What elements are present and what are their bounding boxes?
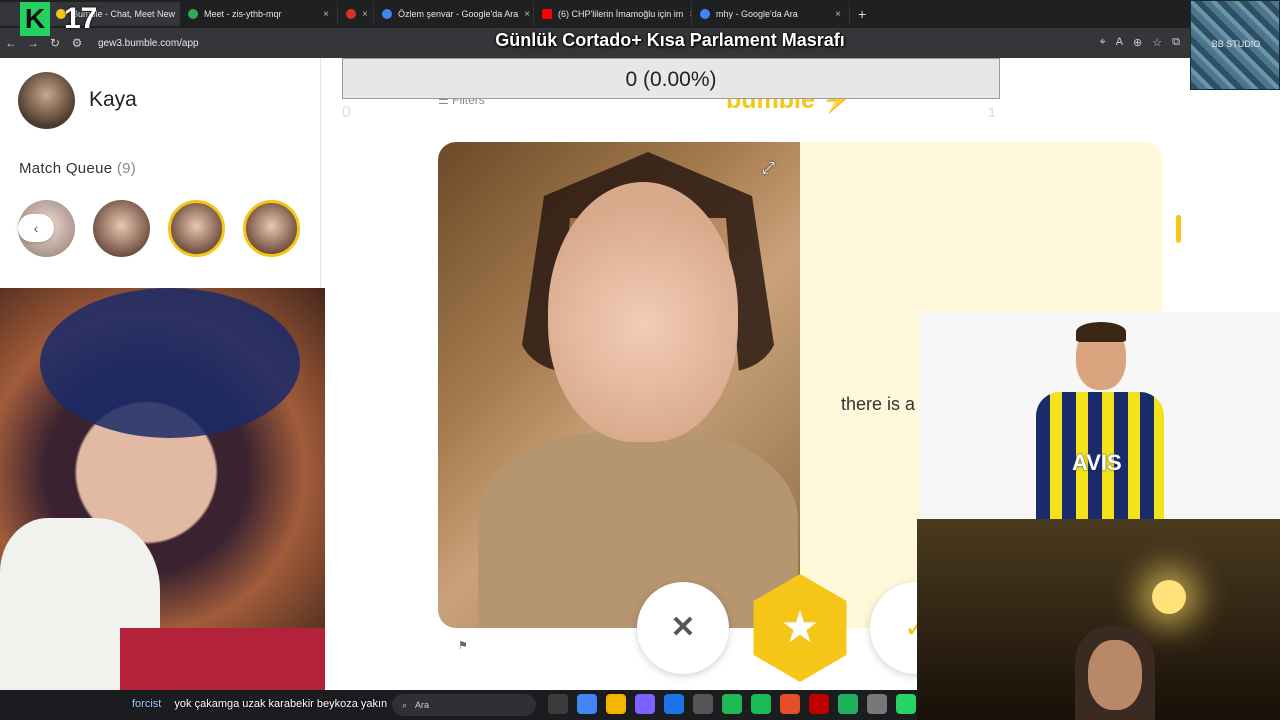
tab-close-icon[interactable]: ×	[524, 9, 530, 20]
location-icon[interactable]: ⌖	[1100, 36, 1106, 49]
bb-studio-logo: BB STUDIO	[1190, 0, 1280, 90]
tab-close-icon[interactable]: ×	[362, 9, 368, 20]
taskbar-app-icon[interactable]	[606, 694, 626, 714]
kick-logo-icon: K	[20, 2, 50, 36]
jersey-hair	[1076, 322, 1126, 342]
chat-username: forcist	[132, 698, 162, 710]
youtube-favicon-icon	[542, 9, 552, 19]
viewer-count: 17	[64, 2, 98, 35]
chat-message: forcist yok çakamga uzak karabekir beyko…	[132, 698, 387, 710]
back-arrow-icon[interactable]: ←	[0, 36, 22, 50]
taskbar-app-icon[interactable]	[548, 694, 568, 714]
bookmark-star-icon[interactable]: ☆	[1152, 36, 1162, 49]
tab-label: mhy - Google'da Ara	[716, 9, 798, 19]
tab-meet[interactable]: Meet - zis-ythb-mqr ×	[180, 2, 338, 26]
expand-icon[interactable]: ⤢	[762, 160, 775, 178]
tab-close-icon[interactable]: ×	[835, 9, 841, 20]
taskbar-app-icon[interactable]	[577, 694, 597, 714]
profile-avatar[interactable]	[18, 72, 75, 129]
new-tab-button[interactable]: +	[850, 6, 874, 22]
taskbar-app-icon[interactable]	[838, 694, 858, 714]
profile-name[interactable]: Kaya	[89, 88, 137, 112]
reload-icon[interactable]: ↻	[44, 36, 66, 50]
taskbar-search[interactable]: ⌕ Ara	[392, 694, 536, 716]
pass-button[interactable]: ✕	[637, 582, 729, 674]
tab-label: Meet - zis-ythb-mqr	[204, 9, 282, 19]
profile-card-photo[interactable]	[438, 142, 800, 628]
screen: Bumble - Chat, Meet New × Meet - zis-yth…	[0, 0, 1280, 720]
jersey-sponsor-text: AVIS	[1072, 450, 1122, 475]
chat-text: yok çakamga uzak karabekir beykoza yakın	[174, 698, 388, 710]
report-flag-icon[interactable]: ⚑	[458, 639, 468, 652]
taskbar-search-placeholder: Ara	[415, 700, 430, 710]
record-favicon-icon	[346, 9, 356, 19]
tab-pinned[interactable]: ×	[338, 2, 374, 26]
tab-google-search-2[interactable]: mhy - Google'da Ara ×	[692, 2, 850, 26]
match-queue-label: Match Queue	[19, 160, 113, 177]
stream-title: Günlük Cortado+ Kısa Parlament Masrafı	[495, 30, 845, 50]
sidebar: Kaya Match Queue (9) ‹	[0, 58, 321, 288]
tab-youtube[interactable]: (6) CHP'lilerin İmamoğlu için im ×	[534, 2, 692, 26]
lamp-light	[1152, 580, 1186, 614]
streamer-face	[1088, 640, 1142, 710]
card-scrollbar[interactable]	[1176, 215, 1181, 243]
taskbar-apps	[548, 694, 916, 714]
taskbar-app-icon[interactable]	[635, 694, 655, 714]
taskbar-app-icon[interactable]	[722, 694, 742, 714]
webcam-cloth	[120, 628, 325, 698]
tab-label: Özlem şenvar - Google'da Ara	[398, 9, 519, 19]
match-queue-heading: Match Queue (9)	[19, 160, 136, 177]
bb-studio-label: BB STUDIO	[1211, 39, 1261, 49]
url-field[interactable]: gew3.bumble.com/app	[98, 38, 199, 49]
stream-stat-bar: 0 (0.00%)	[342, 58, 1000, 99]
match-queue-list	[18, 200, 300, 257]
right-counter: 1	[988, 104, 996, 120]
extensions-icon[interactable]: ⧉	[1172, 36, 1180, 49]
taskbar-app-icon[interactable]	[751, 694, 771, 714]
tab-close-icon[interactable]: ×	[323, 9, 329, 20]
profile-card-text: there is a	[841, 394, 916, 414]
browser-toolbar-icons: ⌖ A ⊕ ☆ ⧉	[1100, 36, 1181, 49]
match-queue-avatar[interactable]	[93, 200, 150, 257]
google-favicon-icon	[382, 9, 392, 19]
tab-label: (6) CHP'lilerin İmamoğlu için im	[558, 9, 684, 19]
photo-body	[478, 432, 798, 628]
match-queue-avatar[interactable]	[243, 200, 300, 257]
taskbar-app-icon[interactable]	[867, 694, 887, 714]
match-queue-avatar[interactable]	[168, 200, 225, 257]
meet-favicon-icon	[188, 9, 198, 19]
forward-arrow-icon[interactable]: →	[22, 36, 44, 50]
search-icon: ⌕	[402, 700, 408, 710]
photo-face	[548, 182, 738, 442]
site-info-icon[interactable]: ⚙	[66, 36, 88, 50]
translate-icon[interactable]: A	[1116, 36, 1123, 49]
webcam-hair	[40, 288, 300, 438]
browser-tab-bar: Bumble - Chat, Meet New × Meet - zis-yth…	[0, 0, 1280, 28]
taskbar-app-icon[interactable]	[664, 694, 684, 714]
chevron-left-icon[interactable]: ‹	[18, 214, 54, 242]
taskbar-app-icon[interactable]	[809, 694, 829, 714]
taskbar-app-icon[interactable]	[780, 694, 800, 714]
taskbar-app-icon[interactable]	[693, 694, 713, 714]
webcam-left	[0, 288, 325, 698]
match-queue-count: (9)	[116, 160, 137, 177]
google-favicon-icon	[700, 9, 710, 19]
tab-google-search-1[interactable]: Özlem şenvar - Google'da Ara ×	[374, 2, 534, 26]
left-counter: 0	[342, 104, 351, 121]
zoom-icon[interactable]: ⊕	[1133, 36, 1142, 49]
taskbar-app-icon[interactable]	[896, 694, 916, 714]
